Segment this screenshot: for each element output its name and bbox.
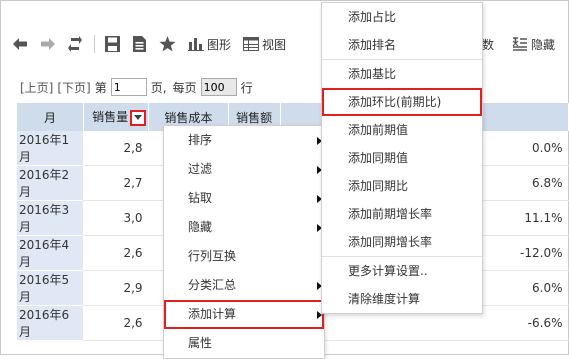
toolbar: 图形 视图 — [12, 32, 298, 56]
menu-item-label: 属性 — [188, 336, 213, 350]
submenu-item-label: 添加排名 — [348, 38, 397, 52]
hide-icon — [512, 37, 527, 51]
menu-item-hide[interactable]: 隐藏 — [164, 213, 324, 242]
column-header-month[interactable]: 月 — [17, 103, 84, 131]
month-cell: 2016年1月 — [17, 131, 84, 166]
submenu-item-add-previous-growth[interactable]: 添加前期增长率 — [322, 200, 482, 228]
menu-item-add-calculation[interactable]: 添加计算 — [164, 300, 324, 329]
view-button[interactable]: 视图 — [243, 36, 286, 53]
page-number-input[interactable] — [110, 78, 147, 96]
per-page-suffix: 行 — [240, 80, 253, 95]
month-cell: 2016年2月 — [17, 165, 84, 201]
menu-item-sort[interactable]: 排序 — [164, 126, 324, 155]
hide-button-label: 隐藏 — [531, 37, 556, 52]
sales-cell: 2,6 — [83, 235, 149, 271]
submenu-item-clear-dimension-calc[interactable]: 清除维度计算 — [322, 285, 482, 313]
arrow-left-icon[interactable] — [12, 37, 28, 51]
submenu-item-label: 添加同期比 — [348, 179, 409, 193]
pager: [上页] [下页] 第 页, 每页 行 — [20, 78, 253, 96]
table-view-icon — [243, 37, 260, 51]
submenu-item-add-rank[interactable]: 添加排名 — [322, 31, 482, 59]
submenu-item-label: 添加前期值 — [348, 123, 409, 137]
column-header-label: 销售量 — [92, 110, 129, 125]
menu-item-swap-rows-columns[interactable]: 行列互换 — [164, 242, 324, 271]
menu-item-label: 排序 — [188, 133, 213, 147]
toolbar-right-partial[interactable]: 数 — [482, 32, 494, 56]
star-icon[interactable] — [159, 36, 176, 52]
save-icon[interactable] — [105, 36, 120, 52]
view-button-label: 视图 — [262, 37, 287, 52]
month-cell: 2016年4月 — [17, 235, 84, 271]
submenu-item-add-same-period-growth[interactable]: 添加同期增长率 — [322, 228, 482, 256]
next-page-link[interactable]: [下页] — [57, 79, 90, 96]
submenu-item-add-same-period-ratio[interactable]: 添加同期比 — [322, 172, 482, 200]
per-page-prefix: 每页 — [172, 80, 197, 95]
menu-item-label: 过滤 — [188, 162, 213, 176]
column-header-label: 月 — [43, 110, 56, 125]
submenu-item-label: 添加基比 — [348, 67, 397, 81]
sales-cell: 2,7 — [83, 165, 149, 201]
toolbar-partial-label: 数 — [482, 37, 495, 52]
hide-button[interactable]: 隐藏 — [512, 32, 555, 56]
submenu-item-label: 添加环比(前期比) — [348, 95, 442, 109]
menu-item-drill[interactable]: 钻取 — [164, 184, 324, 213]
sales-cell: 2,8 — [83, 131, 149, 166]
menu-item-label: 分类汇总 — [188, 278, 237, 292]
column-header-label: 销售额 — [236, 110, 273, 125]
menu-item-label: 行列互换 — [188, 249, 237, 263]
submenu-item-label: 添加占比 — [348, 10, 397, 24]
submenu-item-label: 添加前期增长率 — [348, 207, 433, 221]
submenu-item-add-share[interactable]: 添加占比 — [322, 3, 482, 31]
submenu-item-label: 添加同期值 — [348, 151, 409, 165]
sales-cell: 2,9 — [83, 270, 149, 306]
page-prefix: 第 — [94, 80, 107, 95]
submenu-item-label: 清除维度计算 — [348, 292, 421, 306]
sales-cell: 2,6 — [83, 305, 149, 341]
menu-item-label: 隐藏 — [188, 220, 213, 234]
submenu-item-label: 更多计算设置.. — [348, 264, 428, 278]
prev-page-link[interactable]: [上页] — [20, 79, 53, 96]
refresh-icon[interactable] — [68, 36, 82, 52]
arrow-right-icon[interactable] — [40, 37, 56, 51]
submenu-item-label: 添加同期增长率 — [348, 235, 433, 249]
add-calculation-submenu: 添加占比 添加排名 添加基比 添加环比(前期比) 添加前期值 添加同期值 添加同… — [321, 2, 483, 314]
column-header-label: 销售成本 — [164, 110, 213, 125]
month-cell: 2016年3月 — [17, 200, 84, 236]
menu-item-subtotal[interactable]: 分类汇总 — [164, 271, 324, 300]
menu-item-label: 钻取 — [188, 191, 213, 205]
submenu-item-add-same-period-value[interactable]: 添加同期值 — [322, 144, 482, 172]
menu-item-label: 添加计算 — [188, 307, 237, 321]
menu-item-filter[interactable]: 过滤 — [164, 155, 324, 184]
month-cell: 2016年5月 — [17, 270, 84, 306]
chart-button[interactable]: 图形 — [188, 36, 231, 53]
per-page-input[interactable] — [200, 78, 237, 96]
submenu-item-add-period-ratio[interactable]: 添加环比(前期比) — [322, 88, 482, 116]
column-context-menu: 排序 过滤 钻取 隐藏 行列互换 分类汇总 添加计算 属性 — [163, 125, 325, 359]
submenu-item-add-previous-value[interactable]: 添加前期值 — [322, 116, 482, 144]
chart-button-label: 图形 — [207, 37, 232, 52]
page-suffix: 页, — [150, 80, 167, 95]
bar-chart-icon — [188, 38, 204, 51]
column-dropdown-button[interactable] — [130, 109, 147, 126]
document-icon[interactable] — [132, 36, 147, 52]
sales-cell: 3,0 — [83, 200, 149, 236]
submenu-item-more-settings[interactable]: 更多计算设置.. — [322, 257, 482, 285]
toolbar-divider — [94, 35, 95, 53]
menu-item-properties[interactable]: 属性 — [164, 329, 324, 358]
column-header-sales-qty[interactable]: 销售量 — [83, 103, 150, 131]
month-cell: 2016年6月 — [17, 305, 84, 341]
submenu-item-add-base-ratio[interactable]: 添加基比 — [322, 60, 482, 88]
